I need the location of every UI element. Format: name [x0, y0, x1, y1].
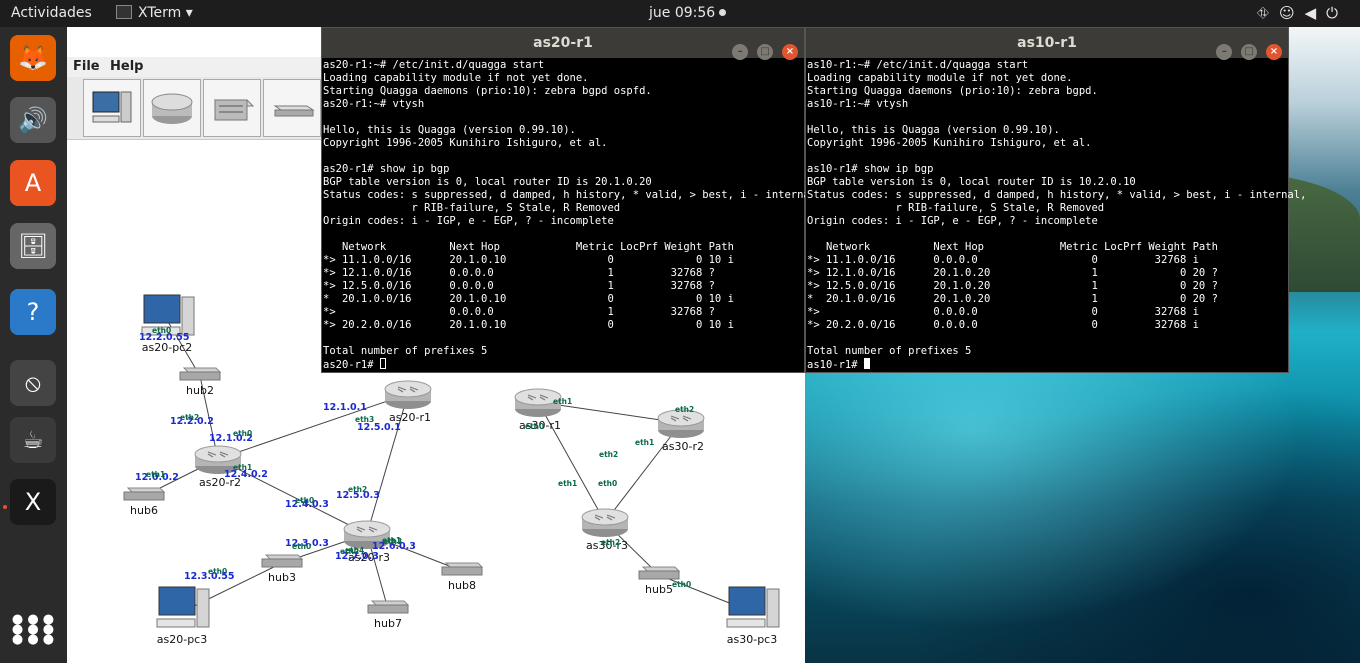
terminal-titlebar[interactable]: as10-r1 – □ ×: [806, 28, 1288, 60]
node-hub8[interactable]: hub8: [441, 562, 484, 592]
node-label: hub5: [645, 583, 673, 596]
app-menu[interactable]: XTerm ▾: [116, 5, 193, 21]
terminal-window-as10-r1[interactable]: as10-r1 – □ × as10-r1:~# /etc/init.d/qua…: [805, 27, 1306, 373]
interface-label: eth0: [233, 429, 252, 438]
node-label: as30-pc3: [727, 633, 777, 646]
node-hub7[interactable]: hub7: [367, 600, 410, 630]
clock[interactable]: jue 09:56: [649, 5, 727, 21]
node-as30-pc3[interactable]: as30-pc3: [726, 586, 780, 646]
interface-label: eth1: [553, 397, 572, 406]
node-label: hub6: [130, 504, 158, 517]
help-icon[interactable]: ?: [10, 289, 56, 335]
software-center-icon[interactable]: A: [10, 160, 56, 206]
interface-label: eth0: [292, 542, 311, 551]
volume-icon[interactable]: ◀: [1305, 4, 1327, 22]
interface-label: eth4: [345, 546, 364, 555]
interface-label: eth0: [598, 479, 617, 488]
node-label: as30-r2: [662, 440, 704, 453]
interface-label: eth2: [601, 538, 620, 547]
interface-label: eth3: [355, 415, 374, 424]
wallpaper-sea: [805, 327, 1360, 663]
terminal-output[interactable]: as20-r1:~# /etc/init.d/quagga start Load…: [323, 59, 822, 372]
maximize-button[interactable]: □: [757, 44, 774, 60]
terminal-title: as10-r1: [1017, 35, 1077, 51]
interface-label: eth2: [348, 485, 367, 494]
node-hub2[interactable]: hub2: [179, 367, 222, 397]
app-menu-label: XTerm ▾: [138, 5, 193, 21]
node-label: hub3: [268, 571, 296, 584]
clock-label: jue 09:56: [649, 5, 716, 21]
interface-label: eth1: [635, 438, 654, 447]
interface-label: eth0: [152, 326, 171, 335]
node-label: as20-pc3: [157, 633, 207, 646]
dock: 🦊 🔊 A 🗄? ⦸ ☕ X ● ● ● ● ● ● ● ● ●: [0, 27, 67, 663]
maximize-button[interactable]: □: [1241, 44, 1258, 60]
running-indicator-icon: [3, 505, 7, 509]
node-as20-pc3[interactable]: as20-pc3: [156, 586, 210, 646]
notification-dot-icon: [719, 9, 727, 16]
node-label: hub2: [186, 384, 214, 397]
interface-label: eth2: [180, 413, 199, 422]
node-label: hub8: [448, 579, 476, 592]
file-cabinet-icon[interactable]: 🗄: [10, 223, 56, 269]
interface-label: eth2: [599, 450, 618, 459]
no-entry-icon[interactable]: ⦸: [10, 360, 56, 406]
interface-label: eth0: [525, 422, 544, 431]
node-hub6[interactable]: hub6: [123, 487, 166, 517]
system-tray[interactable]: ⛗☺◀⏻: [1257, 4, 1348, 22]
close-button[interactable]: ×: [782, 44, 798, 60]
terminal-cursor: [863, 358, 870, 369]
node-as30-r2[interactable]: as30-r2: [657, 409, 705, 453]
node-as20-pc2[interactable]: as20-pc2: [141, 294, 195, 354]
terminal-titlebar[interactable]: as20-r1 – □ ×: [322, 28, 804, 60]
ip-address-label: 12.1.0.1: [323, 402, 367, 413]
node-as20-r1[interactable]: as20-r1: [384, 380, 432, 424]
interface-label: eth1: [233, 463, 252, 472]
close-button[interactable]: ×: [1266, 44, 1282, 60]
network-icon[interactable]: ⛗: [1257, 4, 1279, 22]
interface-label: eth0: [672, 580, 691, 589]
accessibility-icon[interactable]: ☺: [1279, 4, 1305, 22]
xterm-icon[interactable]: X: [10, 479, 56, 525]
interface-label: eth3: [383, 537, 402, 546]
terminal-cursor: [379, 358, 386, 369]
minimize-button[interactable]: –: [1216, 44, 1233, 60]
xterm-small-icon: [116, 5, 132, 19]
java-icon[interactable]: ☕: [10, 417, 56, 463]
firefox-icon[interactable]: 🦊: [10, 35, 56, 81]
terminal-title: as20-r1: [533, 35, 593, 51]
interface-label: eth0: [208, 567, 227, 576]
terminal-window-as20-r1[interactable]: as20-r1 – □ × as20-r1:~# /etc/init.d/qua…: [321, 27, 822, 373]
minimize-button[interactable]: –: [732, 44, 749, 60]
power-icon[interactable]: ⏻: [1326, 4, 1348, 22]
terminal-output[interactable]: as10-r1:~# /etc/init.d/quagga start Load…: [807, 59, 1306, 372]
interface-label: eth0: [295, 496, 314, 505]
interface-label: eth1: [146, 470, 165, 479]
rhythmbox-icon[interactable]: 🔊: [10, 97, 56, 143]
top-bar: Actividades XTerm ▾ jue 09:56 ⛗☺◀⏻: [0, 0, 1360, 27]
interface-label: eth2: [675, 405, 694, 414]
app-grid-icon[interactable]: ● ● ● ● ● ● ● ● ●: [10, 607, 56, 653]
node-label: hub7: [374, 617, 402, 630]
interface-label: eth1: [558, 479, 577, 488]
activities-button[interactable]: Actividades: [11, 5, 92, 21]
